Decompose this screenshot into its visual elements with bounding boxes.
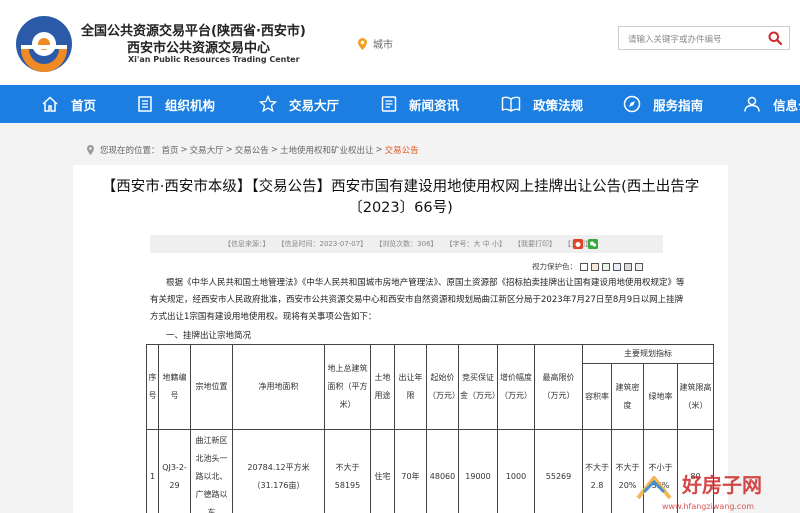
header-gross-area: 地上总建筑面积（平方米） <box>324 344 371 430</box>
location-pin-icon <box>87 145 94 155</box>
nav-item-news[interactable]: 新闻资讯 <box>381 85 459 123</box>
header-deposit: 竞买保证金（万元） <box>458 344 500 430</box>
nav-label: 新闻资讯 <box>409 97 460 113</box>
watermark-url: www.hfangziwang.com <box>662 502 754 511</box>
org-icon <box>138 96 152 112</box>
header-seq: 序号 <box>146 344 159 430</box>
news-icon <box>381 96 397 112</box>
cell-far: 不大于2.8 <box>582 429 612 513</box>
nav-label: 政策法规 <box>533 97 584 113</box>
breadcrumb-separator: > <box>225 145 233 155</box>
header-max-price: 最高限价（万元） <box>534 344 583 430</box>
info-views: 【浏览次数：306】 <box>375 240 438 248</box>
article-panel: 【西安市·西安市本级】【交易公告】西安市国有建设用地使用权网上挂牌出让公告(西土… <box>73 165 728 513</box>
font-size-control[interactable]: 【字号：大 中 小】 <box>446 239 506 249</box>
breadcrumb-separator: > <box>270 145 278 155</box>
article-paragraph: 根据《中华人民共和国土地管理法》《中华人民共和国城市房地产管理法》、原国土资源部… <box>150 278 685 322</box>
home-icon <box>42 96 58 112</box>
breadcrumb: 您现在的位置： 首页 > 交易大厅 > 交易公告 > 土地使用权和矿业权出让 >… <box>87 144 421 156</box>
header-start-price: 起始价（万元） <box>426 344 460 430</box>
star-icon <box>259 95 278 113</box>
nav-item-policy[interactable]: 政策法规 <box>501 85 583 123</box>
vision-color-swatch[interactable] <box>591 262 599 271</box>
header-use: 土地用途 <box>370 344 395 430</box>
nav-label: 首页 <box>71 97 97 113</box>
nav-label: 服务指南 <box>653 97 704 113</box>
cell-increment: 1000 <box>497 429 535 513</box>
cell-location: 曲江新区北池头一路以北、广德路以东 <box>190 429 233 513</box>
city-label: 城市 <box>373 40 393 51</box>
site-logo[interactable] <box>15 15 73 73</box>
weibo-share-icon[interactable] <box>573 239 583 249</box>
nav-item-home[interactable]: 首页 <box>41 85 96 123</box>
breadcrumb-item[interactable]: 交易公告 <box>235 144 269 156</box>
header-term: 出让年限 <box>394 344 427 430</box>
header-location: 宗地位置 <box>190 344 233 430</box>
nav-item-info-disclosure[interactable]: 信息公开 <box>743 85 800 123</box>
header-net-area: 净用地面积 <box>232 344 325 430</box>
cell-term: 70年 <box>394 429 427 513</box>
site-subtitle: 西安市公共资源交易中心 <box>127 41 271 56</box>
nav-label: 信息公开 <box>773 97 800 113</box>
breadcrumb-separator: > <box>375 145 383 155</box>
search-input[interactable] <box>619 29 759 51</box>
site-english-name: Xi'an Public Resources Trading Center <box>128 55 300 64</box>
cell-max-price: 55269 <box>534 429 583 513</box>
user-icon <box>744 96 760 112</box>
nav-item-trading-hall[interactable]: 交易大厅 <box>259 85 339 123</box>
location-pin-icon <box>358 37 367 50</box>
vision-color-swatch[interactable] <box>602 262 610 271</box>
breadcrumb-prefix: 您现在的位置： <box>100 146 160 156</box>
wechat-share-icon[interactable] <box>588 239 598 249</box>
cell-use: 住宅 <box>370 429 395 513</box>
vision-color-swatch[interactable] <box>580 262 588 271</box>
book-icon <box>501 96 521 112</box>
nav-item-service-guide[interactable]: 服务指南 <box>623 85 703 123</box>
cell-gross-area: 不大于58195 <box>324 429 371 513</box>
cell-seq: 1 <box>146 429 159 513</box>
article-title: 【西安市·西安市本级】【交易公告】西安市国有建设用地使用权网上挂牌出让公告(西土… <box>73 177 728 219</box>
info-source: 【信息来源：】 <box>224 240 270 248</box>
search-icon[interactable] <box>768 31 782 45</box>
nav-item-org[interactable]: 组织机构 <box>137 85 215 123</box>
header-green: 绿地率 <box>643 363 678 430</box>
print-link[interactable]: 【我要打印】 <box>514 239 556 249</box>
breadcrumb-item[interactable]: 土地使用权和矿业权出让 <box>280 144 374 156</box>
cell-code: QJ3-2-29 <box>158 429 191 513</box>
watermark-logo: 好房子网 www.hfangziwang.com <box>636 473 762 511</box>
header-code: 地籍编号 <box>158 344 191 430</box>
cell-net-area: 20784.12平方米（31.176亩） <box>232 429 325 513</box>
site-header: 全国公共资源交易平台(陕西省·西安市) 西安市公共资源交易中心 Xi'an Pu… <box>0 0 800 85</box>
header-increment: 增价幅度（万元） <box>497 344 535 430</box>
header-density: 建筑密度 <box>611 363 644 430</box>
watermark-brand: 好房子网 <box>681 473 762 497</box>
search-box <box>618 26 790 51</box>
cell-deposit: 19000 <box>458 429 498 513</box>
vision-color-swatch[interactable] <box>613 262 621 271</box>
info-date: 【信息时间：2023-07-07】 <box>277 240 368 248</box>
vision-label: 视力保护色： <box>532 262 577 271</box>
article-title-line: 〔2023〕66号) <box>348 200 453 216</box>
header-far: 容积率 <box>582 363 612 430</box>
header-height: 建筑限高（米） <box>677 363 714 430</box>
breadcrumb-current[interactable]: 交易公告 <box>385 144 419 156</box>
vision-color-swatch[interactable] <box>635 262 643 271</box>
compass-icon <box>623 95 641 113</box>
breadcrumb-item[interactable]: 交易大厅 <box>190 144 224 156</box>
main-nav: 首页 组织机构 交易大厅 新闻资讯 政策法规 服务指南 信息公开 <box>0 85 800 123</box>
article-title-line: 【西安市·西安市本级】【交易公告】西安市国有建设用地使用权网上挂牌出让公告(西土… <box>101 179 700 195</box>
breadcrumb-separator: > <box>180 145 188 155</box>
section-heading: 一、挂牌出让宗地简况 <box>166 331 252 341</box>
share-buttons <box>573 239 598 249</box>
header-planning: 主要规划指标 <box>582 344 714 364</box>
nav-label: 交易大厅 <box>289 97 340 113</box>
vision-color-swatch[interactable] <box>624 262 632 271</box>
vision-protection-colors: 视力保护色： <box>532 261 643 272</box>
breadcrumb-item[interactable]: 首页 <box>162 144 179 156</box>
cell-start-price: 48060 <box>426 429 459 513</box>
city-selector[interactable]: 城市 <box>358 36 393 51</box>
nav-label: 组织机构 <box>165 97 216 113</box>
